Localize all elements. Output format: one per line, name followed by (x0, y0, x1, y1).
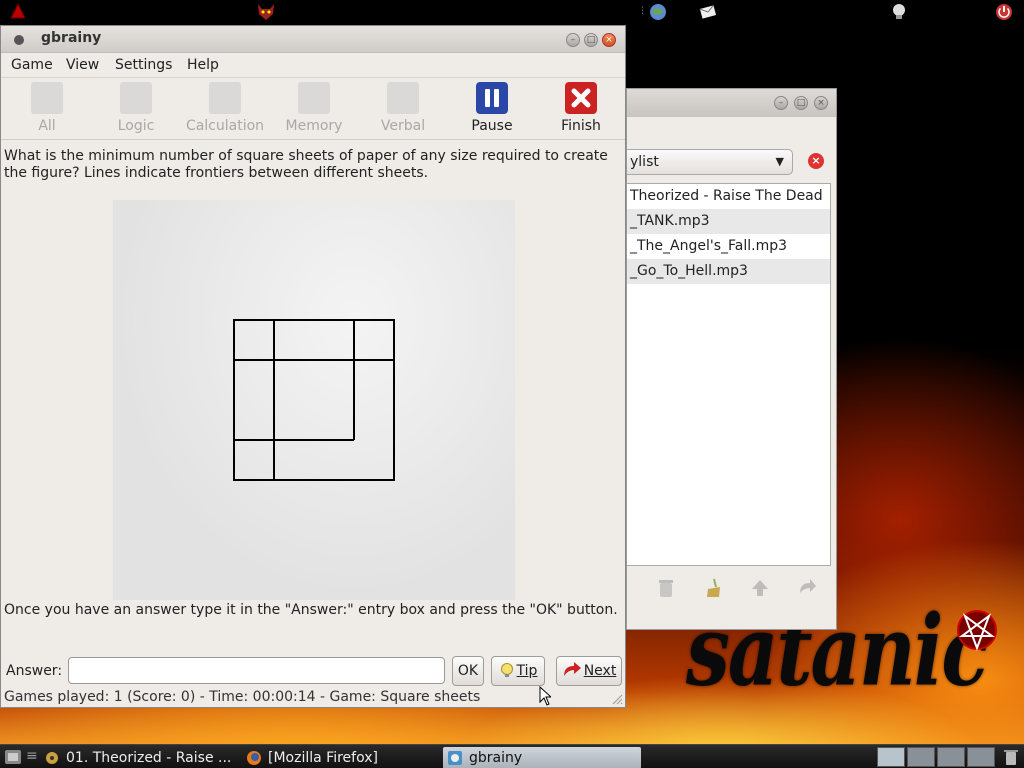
menu-bar: Game View Settings Help (1, 53, 625, 78)
next-button[interactable]: Next (556, 656, 622, 686)
menu-help[interactable]: Help (187, 57, 219, 73)
tip-button[interactable]: Tip (491, 656, 545, 686)
memory-icon (298, 82, 330, 114)
chevron-down-icon: ▼ (775, 155, 784, 168)
toolbar: All Logic Calculation Memory Verbal Paus… (1, 78, 625, 140)
menu-game[interactable]: Game (11, 57, 53, 73)
verbal-label: Verbal (380, 118, 426, 134)
memory-games-button[interactable]: Memory (274, 82, 354, 138)
mail-icon[interactable] (698, 2, 718, 22)
task-label: 01. Theorized - Raise ... (66, 750, 230, 766)
task-gbrainy[interactable]: gbrainy (443, 747, 641, 768)
calculation-icon (209, 82, 241, 114)
workspace-1[interactable] (877, 747, 905, 767)
calculation-games-button[interactable]: Calculation (179, 82, 271, 138)
taskbar: ≡ 01. Theorized - Raise ... [Mozilla Fir… (0, 744, 1024, 768)
memory-label: Memory (285, 118, 343, 134)
task-firefox[interactable]: [Mozilla Firefox] (242, 747, 437, 768)
menu-settings[interactable]: Settings (115, 57, 172, 73)
window-menu-icon[interactable] (14, 35, 24, 45)
finish-button[interactable]: Finish (541, 82, 621, 138)
workspace-3[interactable] (937, 747, 965, 767)
verbal-icon (387, 82, 419, 114)
redo-arrow-icon (563, 662, 581, 676)
lightbulb-icon (500, 663, 513, 677)
task-music-player[interactable]: 01. Theorized - Raise ... (40, 747, 230, 768)
question-text: What is the minimum number of square she… (4, 148, 608, 181)
finish-icon (565, 82, 597, 114)
remove-playlist-icon[interactable]: × (808, 153, 824, 169)
square-sheets-figure (233, 319, 395, 481)
menu-launcher-icon[interactable] (3, 747, 23, 767)
track-item[interactable]: _TANK.mp3 (627, 209, 830, 234)
close-icon[interactable]: × (814, 96, 828, 110)
minimize-icon[interactable]: – (774, 96, 788, 110)
logic-label: Logic (117, 118, 155, 134)
music-player-icon (46, 752, 58, 764)
taskbar-handle: ≡ (26, 748, 38, 764)
panel-dots: ⋮ (638, 6, 647, 16)
up-arrow-icon[interactable] (749, 577, 771, 599)
minimize-icon[interactable]: – (566, 33, 580, 47)
instructions-text: Once you have an answer type it in the "… (4, 602, 618, 618)
pause-button[interactable]: Pause (452, 82, 532, 138)
status-bar: Games played: 1 (Score: 0) - Time: 00:00… (4, 689, 481, 705)
task-label: [Mozilla Firefox] (268, 750, 378, 766)
music-player-window: – □ × ylist ▼ × Theorized - Raise The De… (626, 88, 837, 630)
close-icon[interactable]: × (602, 33, 616, 47)
gbrainy-window: gbrainy – □ × Game View Settings Help Al… (0, 25, 626, 708)
track-item[interactable]: _Go_To_Hell.mp3 (627, 259, 830, 284)
delete-icon[interactable] (655, 577, 677, 599)
pause-icon (476, 82, 508, 114)
workspace-2[interactable] (907, 747, 935, 767)
music-toolbar (627, 573, 831, 603)
top-panel: ⋮ (0, 0, 1024, 24)
answer-input[interactable] (68, 657, 445, 684)
trash-icon[interactable] (1001, 747, 1021, 767)
answer-label: Answer: (6, 663, 63, 679)
power-icon[interactable] (994, 2, 1014, 22)
firefox-icon (247, 751, 261, 765)
maximize-icon[interactable]: □ (584, 33, 598, 47)
playlist-select-label: ylist (630, 154, 659, 170)
window-titlebar[interactable]: gbrainy – □ × (1, 26, 625, 53)
mouse-pointer-icon (539, 686, 551, 706)
globe-icon[interactable] (648, 2, 668, 22)
distro-logo-icon[interactable] (8, 2, 28, 22)
all-games-icon (31, 82, 63, 114)
pentagram-icon (957, 610, 997, 651)
next-label: Next (583, 663, 617, 679)
puzzle-figure (113, 200, 515, 600)
music-titlebar[interactable]: – □ × (627, 89, 836, 117)
redo-icon[interactable] (796, 577, 818, 599)
playlist-select[interactable]: ylist ▼ (627, 149, 793, 175)
demon-face-icon[interactable] (256, 2, 276, 22)
tip-label: Tip (516, 663, 538, 679)
lightbulb-icon[interactable] (889, 2, 909, 22)
finish-label: Finish (561, 118, 601, 134)
verbal-games-button[interactable]: Verbal (363, 82, 443, 138)
resize-grip-icon[interactable] (611, 693, 623, 705)
all-games-label: All (38, 118, 56, 134)
track-list[interactable]: Theorized - Raise The Dead _TANK.mp3 _Th… (627, 183, 831, 566)
pause-label: Pause (471, 118, 513, 134)
logic-icon (120, 82, 152, 114)
gbrainy-icon (448, 751, 462, 765)
window-title: gbrainy (41, 30, 102, 46)
workspace-4[interactable] (967, 747, 995, 767)
track-item[interactable]: _The_Angel's_Fall.mp3 (627, 234, 830, 259)
task-label: gbrainy (469, 750, 523, 766)
logic-games-button[interactable]: Logic (96, 82, 176, 138)
menu-view[interactable]: View (66, 57, 99, 73)
maximize-icon[interactable]: □ (794, 96, 808, 110)
all-games-button[interactable]: All (7, 82, 87, 138)
ok-button[interactable]: OK (452, 656, 484, 686)
broom-icon[interactable] (702, 577, 724, 599)
track-item[interactable]: Theorized - Raise The Dead (627, 184, 830, 209)
calculation-label: Calculation (185, 118, 265, 134)
